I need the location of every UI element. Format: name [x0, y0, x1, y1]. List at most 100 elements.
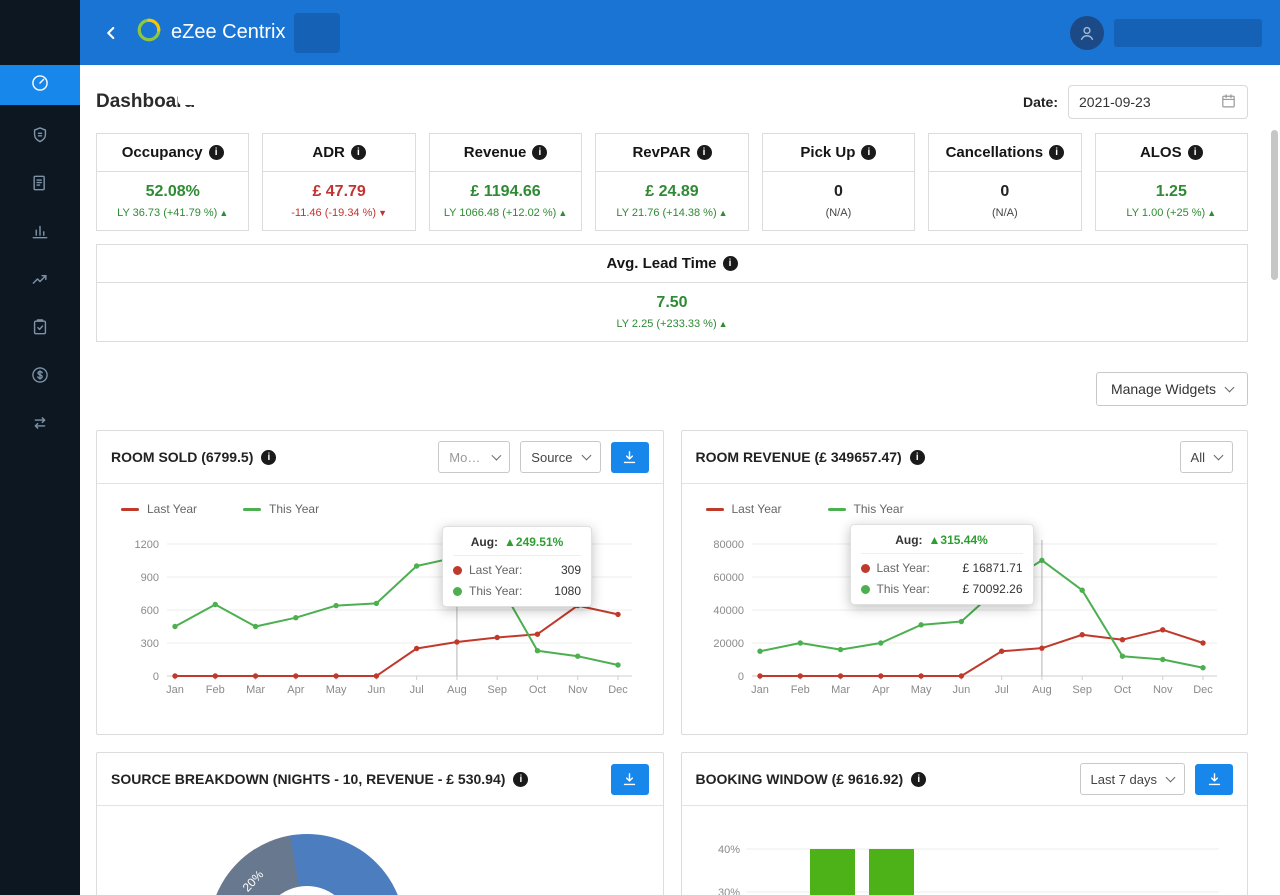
dollar-circle-icon — [30, 365, 50, 390]
widget-header: ROOM REVENUE (£ 349657.47) i All — [681, 431, 1247, 484]
svg-text:Jul: Jul — [994, 684, 1008, 696]
kpi-value: £ 1194.66 — [470, 183, 541, 200]
source-select[interactable]: Source — [520, 441, 601, 473]
info-icon[interactable]: i — [909, 449, 925, 465]
info-icon[interactable]: i — [532, 145, 548, 160]
svg-text:May: May — [910, 684, 931, 696]
source-breakdown-donut-chart[interactable]: 20% — [209, 834, 405, 895]
widget-booking-window: BOOKING WINDOW (£ 9616.92) i Last 7 days … — [680, 752, 1248, 895]
kpi-title: ALOS i — [1095, 134, 1247, 172]
kpi-value: 1.25 — [1155, 183, 1187, 200]
chevron-down-icon — [491, 450, 501, 460]
chevron-down-icon — [1224, 382, 1235, 392]
svg-text:Sep: Sep — [487, 684, 507, 696]
chart-legend: Last Year This Year — [121, 502, 663, 516]
legend-item-last-year[interactable]: Last Year — [121, 502, 197, 516]
info-icon[interactable]: i — [350, 145, 366, 160]
user-avatar[interactable] — [1070, 15, 1104, 50]
widget-header: BOOKING WINDOW (£ 9616.92) i Last 7 days — [681, 753, 1247, 806]
sidebar-item-shield[interactable] — [0, 113, 80, 161]
svg-text:Dec: Dec — [608, 684, 628, 696]
dashboard-gauge-icon — [30, 73, 50, 98]
redacted-property-selector[interactable] — [178, 65, 380, 105]
download-button[interactable] — [610, 441, 649, 473]
back-button[interactable] — [100, 22, 122, 44]
kpi-title: Pick Up i — [762, 134, 915, 172]
kpi-title: Avg. Lead Time i — [97, 245, 1247, 283]
svg-text:Dec: Dec — [1193, 684, 1213, 696]
widget-source-breakdown: SOURCE BREAKDOWN (NIGHTS - 10, REVENUE -… — [96, 752, 664, 895]
tooltip-row: Last Year: £ 16871.71 — [860, 561, 1023, 575]
trend-up-icon: ▲ — [1207, 208, 1217, 218]
chevron-down-icon — [1165, 772, 1176, 782]
manage-widgets-button[interactable]: Manage Widgets — [1095, 372, 1248, 406]
legend-item-last-year[interactable]: Last Year — [705, 502, 782, 516]
booking-window-bar-chart: 0%10%20%30%40% — [717, 844, 1219, 895]
sidebar-item-finance[interactable] — [0, 353, 80, 401]
kpi-sub: LY 36.73 (+41.79 %) ▲ — [117, 207, 229, 219]
kpi-sub: LY 2.25 (+233.33 %) ▲ — [616, 318, 728, 330]
info-icon[interactable]: i — [513, 771, 529, 787]
all-select[interactable]: All — [1179, 441, 1233, 473]
calendar-icon[interactable] — [1220, 92, 1237, 112]
tooltip-delta: ▲315.44% — [928, 533, 988, 547]
kpi-card-alos: ALOS i 1.25 LY 1.00 (+25 %) ▲ — [1094, 133, 1248, 231]
svg-text:40000: 40000 — [713, 605, 744, 617]
info-icon[interactable]: i — [722, 256, 738, 271]
download-button[interactable] — [1195, 763, 1233, 795]
date-label: Date: — [1022, 94, 1058, 110]
sidebar-item-channel[interactable] — [0, 401, 80, 449]
sidebar-item-analytics[interactable] — [0, 257, 80, 305]
info-icon[interactable]: i — [1049, 145, 1065, 160]
kpi-row: Occupancy i 52.08% LY 36.73 (+41.79 %) ▲ A… — [96, 133, 1248, 231]
info-icon[interactable]: i — [696, 145, 712, 160]
svg-text:40%: 40% — [717, 844, 739, 856]
topbar: eZee Centrix — [80, 0, 1280, 105]
redacted-user-name[interactable] — [1114, 18, 1262, 47]
kpi-card-revenue: Revenue i £ 1194.66 LY 1066.48 (+12.02 %)… — [428, 133, 583, 231]
legend-item-this-year[interactable]: This Year — [243, 502, 319, 516]
kpi-title: RevPAR i — [596, 134, 748, 172]
month-select[interactable]: Month — [438, 441, 511, 473]
sidebar-item-forms[interactable] — [0, 161, 80, 209]
bar-chart-icon — [30, 221, 50, 246]
kpi-value: 7.50 — [656, 294, 688, 311]
sidebar-item-tasks[interactable] — [0, 305, 80, 353]
kpi-sub: LY 1.00 (+25 %) ▲ — [1126, 207, 1217, 219]
widget-room-sold: ROOM SOLD (6799.5) i Month Source Last Ye… — [96, 430, 664, 735]
kpi-sub: LY 21.76 (+14.38 %) ▲ — [616, 207, 728, 219]
widget-header: SOURCE BREAKDOWN (NIGHTS - 10, REVENUE -… — [97, 753, 663, 806]
info-icon[interactable]: i — [861, 145, 877, 160]
info-icon[interactable]: i — [208, 145, 224, 160]
svg-text:Jan: Jan — [166, 684, 184, 696]
svg-text:80000: 80000 — [713, 539, 744, 551]
legend-item-this-year[interactable]: This Year — [827, 502, 904, 516]
widget-title: ROOM SOLD (6799.5) i — [111, 449, 277, 465]
tooltip-row: This Year: £ 70092.26 — [860, 582, 1023, 596]
svg-text:Feb: Feb — [790, 684, 809, 696]
svg-text:May: May — [326, 684, 347, 696]
tooltip-row: This Year: 1080 — [453, 584, 581, 598]
tooltip-header: Aug: ▲249.51% — [453, 535, 581, 556]
sidebar-item-reports[interactable] — [0, 209, 80, 257]
legend-swatch — [827, 507, 846, 511]
svg-text:20000: 20000 — [713, 638, 744, 650]
trend-up-icon: ▲ — [718, 319, 728, 329]
form-document-icon — [30, 173, 50, 198]
kpi-sub: (N/A) — [992, 207, 1018, 219]
info-icon[interactable]: i — [261, 449, 277, 465]
chevron-down-icon — [1213, 450, 1224, 460]
kpi-title-text: ADR — [312, 144, 345, 161]
svg-text:Oct: Oct — [529, 684, 546, 696]
redacted-topbar-control[interactable] — [293, 12, 340, 53]
date-range-select[interactable]: Last 7 days — [1079, 763, 1185, 795]
date-input[interactable]: 2021-09-23 — [1068, 85, 1248, 119]
info-icon[interactable]: i — [911, 771, 927, 787]
trend-chart-icon — [30, 269, 50, 294]
chart-area: Last Year This Year 0 20000 40000 60000 8000… — [682, 502, 1248, 734]
vertical-scrollbar-thumb[interactable] — [1271, 130, 1278, 280]
topbar-user-area — [1070, 15, 1262, 50]
sidebar-item-dashboard[interactable] — [0, 65, 80, 105]
download-button[interactable] — [610, 763, 649, 795]
info-icon[interactable]: i — [1187, 145, 1203, 160]
